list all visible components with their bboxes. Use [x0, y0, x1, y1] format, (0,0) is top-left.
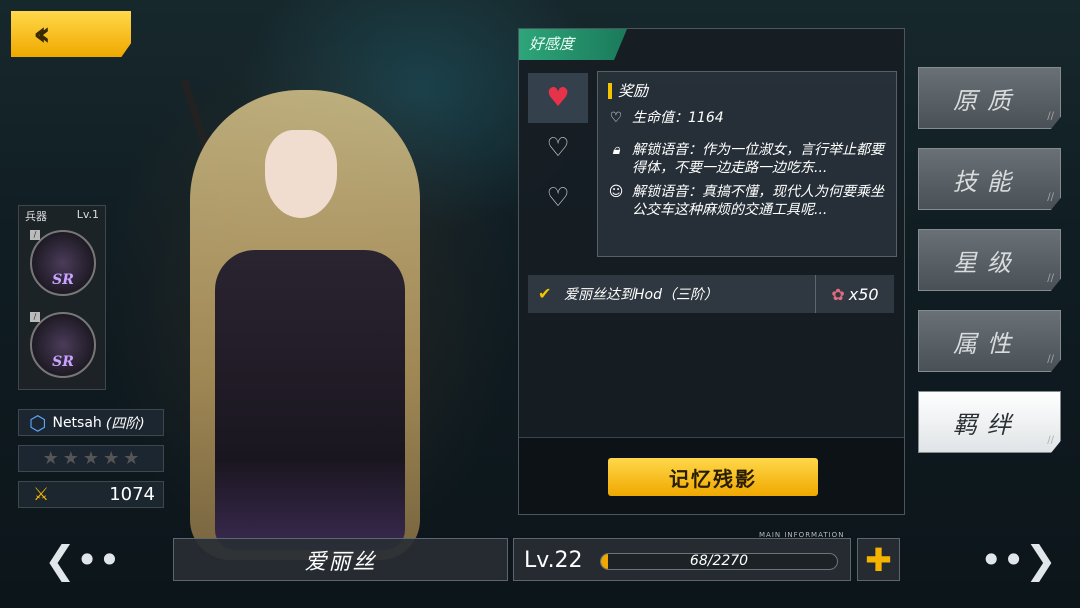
weapon-slot-2[interactable]: ∕ SR [30, 312, 96, 378]
scythe-image [180, 78, 318, 481]
edit-icon: ∕ [30, 312, 40, 322]
reward-title-text: 奖励 [618, 82, 649, 100]
character-illustration [120, 78, 480, 608]
edit-icon: ∕ [30, 230, 40, 240]
plus-icon: ✚ [865, 540, 892, 579]
weapon-slot-1[interactable]: ∕ SR [30, 230, 96, 296]
power-value: 1074 [109, 484, 155, 505]
reward-box: 奖励 ♡ 生命值：1164 🔒︎ 解锁语音：作为一位淑女，言行举止都要得体，不要… [597, 71, 897, 257]
heart-outline-icon: ♡ [546, 183, 570, 213]
star-icon: ★ [103, 448, 120, 469]
menu-item-bond[interactable]: 羁绊 // [918, 391, 1061, 453]
heart-hands-icon: ♡ [609, 110, 623, 126]
corner-mark-icon: // [1047, 435, 1054, 446]
reward-voice-text-1: 解锁语音：作为一位淑女，言行举止都要得体，不要一边走路一边吃东... [632, 142, 884, 176]
memory-button[interactable]: 记忆残影 [608, 458, 818, 496]
star-rating: ★ ★ ★ ★ ★ [18, 445, 164, 472]
back-chevron-icon: ‹‹ [33, 14, 51, 54]
weapon-label: 兵器 [25, 210, 47, 223]
task-text: 爱丽丝达到Hod（三阶） [564, 287, 718, 303]
heart-level-3[interactable]: ♡ [528, 173, 588, 223]
reward-title: 奖励 [608, 80, 886, 101]
heart-level-1[interactable]: ♥ [528, 73, 588, 123]
speaker-person-icon: ☺ [608, 184, 624, 200]
corner-mark-icon: // [1047, 192, 1054, 203]
character-level: Lv.22 [524, 548, 583, 573]
task-row: ✔ 爱丽丝达到Hod（三阶） ✿ x50 [528, 275, 894, 313]
star-icon: ★ [42, 448, 59, 469]
weapon-header: 兵器 Lv.1 [19, 206, 105, 226]
heart-level-list: ♥ ♡ ♡ [528, 73, 588, 223]
task-cost-value: x50 [848, 284, 879, 304]
weapon-rank-badge: SR [52, 354, 74, 370]
corner-mark-icon: // [1047, 354, 1054, 365]
back-button[interactable]: ‹‹ [11, 11, 131, 57]
star-icon: ★ [82, 448, 100, 469]
checkbox-checked-icon: ✔ [538, 284, 552, 303]
affection-panel: 好感度 ♥ ♡ ♡ 奖励 ♡ 生命值：1164 🔒︎ 解锁语音：作为一位淑女，言… [518, 28, 905, 515]
character-name-box: 爱丽丝 [173, 538, 508, 581]
flower-icon: ✿ [831, 284, 845, 304]
menu-item-label: 星级 [953, 248, 1021, 277]
crossed-swords-icon: ⚔ [33, 484, 50, 505]
menu-item-skill[interactable]: 技能 // [918, 148, 1061, 210]
menu-item-label: 属性 [953, 329, 1021, 358]
weapon-level: Lv.1 [76, 208, 99, 221]
menu-item-essence[interactable]: 原质 // [918, 67, 1061, 129]
character-face [265, 130, 337, 218]
weapon-rank-badge: SR [52, 272, 74, 288]
reward-hp-text: 生命值：1164 [632, 110, 724, 126]
add-exp-button[interactable]: ✚ [857, 538, 900, 581]
menu-item-label: 技能 [953, 167, 1021, 196]
menu-item-label: 原质 [953, 86, 1021, 115]
rank-bar[interactable]: ⬡ Netsah (四阶) [18, 409, 164, 436]
hexagon-icon: ⬡ [29, 410, 47, 435]
prev-character-arrow-icon[interactable]: ❮•• [44, 538, 121, 582]
star-icon: ★ [62, 448, 79, 469]
power-bar: ⚔ 1074 [18, 481, 164, 508]
next-character-arrow-icon[interactable]: ••❯ [980, 538, 1057, 582]
level-box: MAIN INFORMATION Lv.22 68/2270 [513, 531, 851, 581]
character-dress [215, 250, 405, 550]
exp-text: 68/2270 [689, 553, 749, 569]
task-cost: ✿ x50 [815, 275, 894, 313]
heart-filled-icon: ♥ [546, 83, 570, 113]
weapon-panel: 兵器 Lv.1 ∕ SR ∕ SR [18, 205, 106, 390]
menu-item-attribute[interactable]: 属性 // [918, 310, 1061, 372]
affection-tab[interactable]: 好感度 [519, 29, 627, 60]
rank-tier: (四阶) [105, 415, 145, 432]
heart-outline-icon: ♡ [546, 133, 570, 163]
memory-strip: 记忆残影 [519, 437, 904, 514]
character-hair [190, 90, 420, 560]
heart-level-2[interactable]: ♡ [528, 123, 588, 173]
corner-mark-icon: // [1047, 111, 1054, 122]
character-name: 爱丽丝 [304, 549, 377, 575]
reward-voice-row-2[interactable]: ☺ 解锁语音：真搞不懂，现代人为何要乘坐公交车这种麻烦的交通工具呢... [608, 183, 886, 219]
corner-mark-icon: // [1047, 273, 1054, 284]
lock-icon: 🔒︎ [612, 142, 620, 158]
main-information-label: MAIN INFORMATION [759, 531, 845, 539]
reward-hp-row: ♡ 生命值：1164 [608, 109, 886, 127]
rank-name: Netsah [52, 414, 102, 431]
reward-voice-text-2: 解锁语音：真搞不懂，现代人为何要乘坐公交车这种麻烦的交通工具呢... [632, 184, 884, 218]
title-bar-mark [608, 82, 612, 99]
menu-item-star[interactable]: 星级 // [918, 229, 1061, 291]
star-icon: ★ [123, 448, 140, 469]
menu-item-label: 羁绊 [953, 410, 1021, 439]
reward-voice-row-1[interactable]: 🔒︎ 解锁语音：作为一位淑女，言行举止都要得体，不要一边走路一边吃东... [608, 141, 886, 177]
